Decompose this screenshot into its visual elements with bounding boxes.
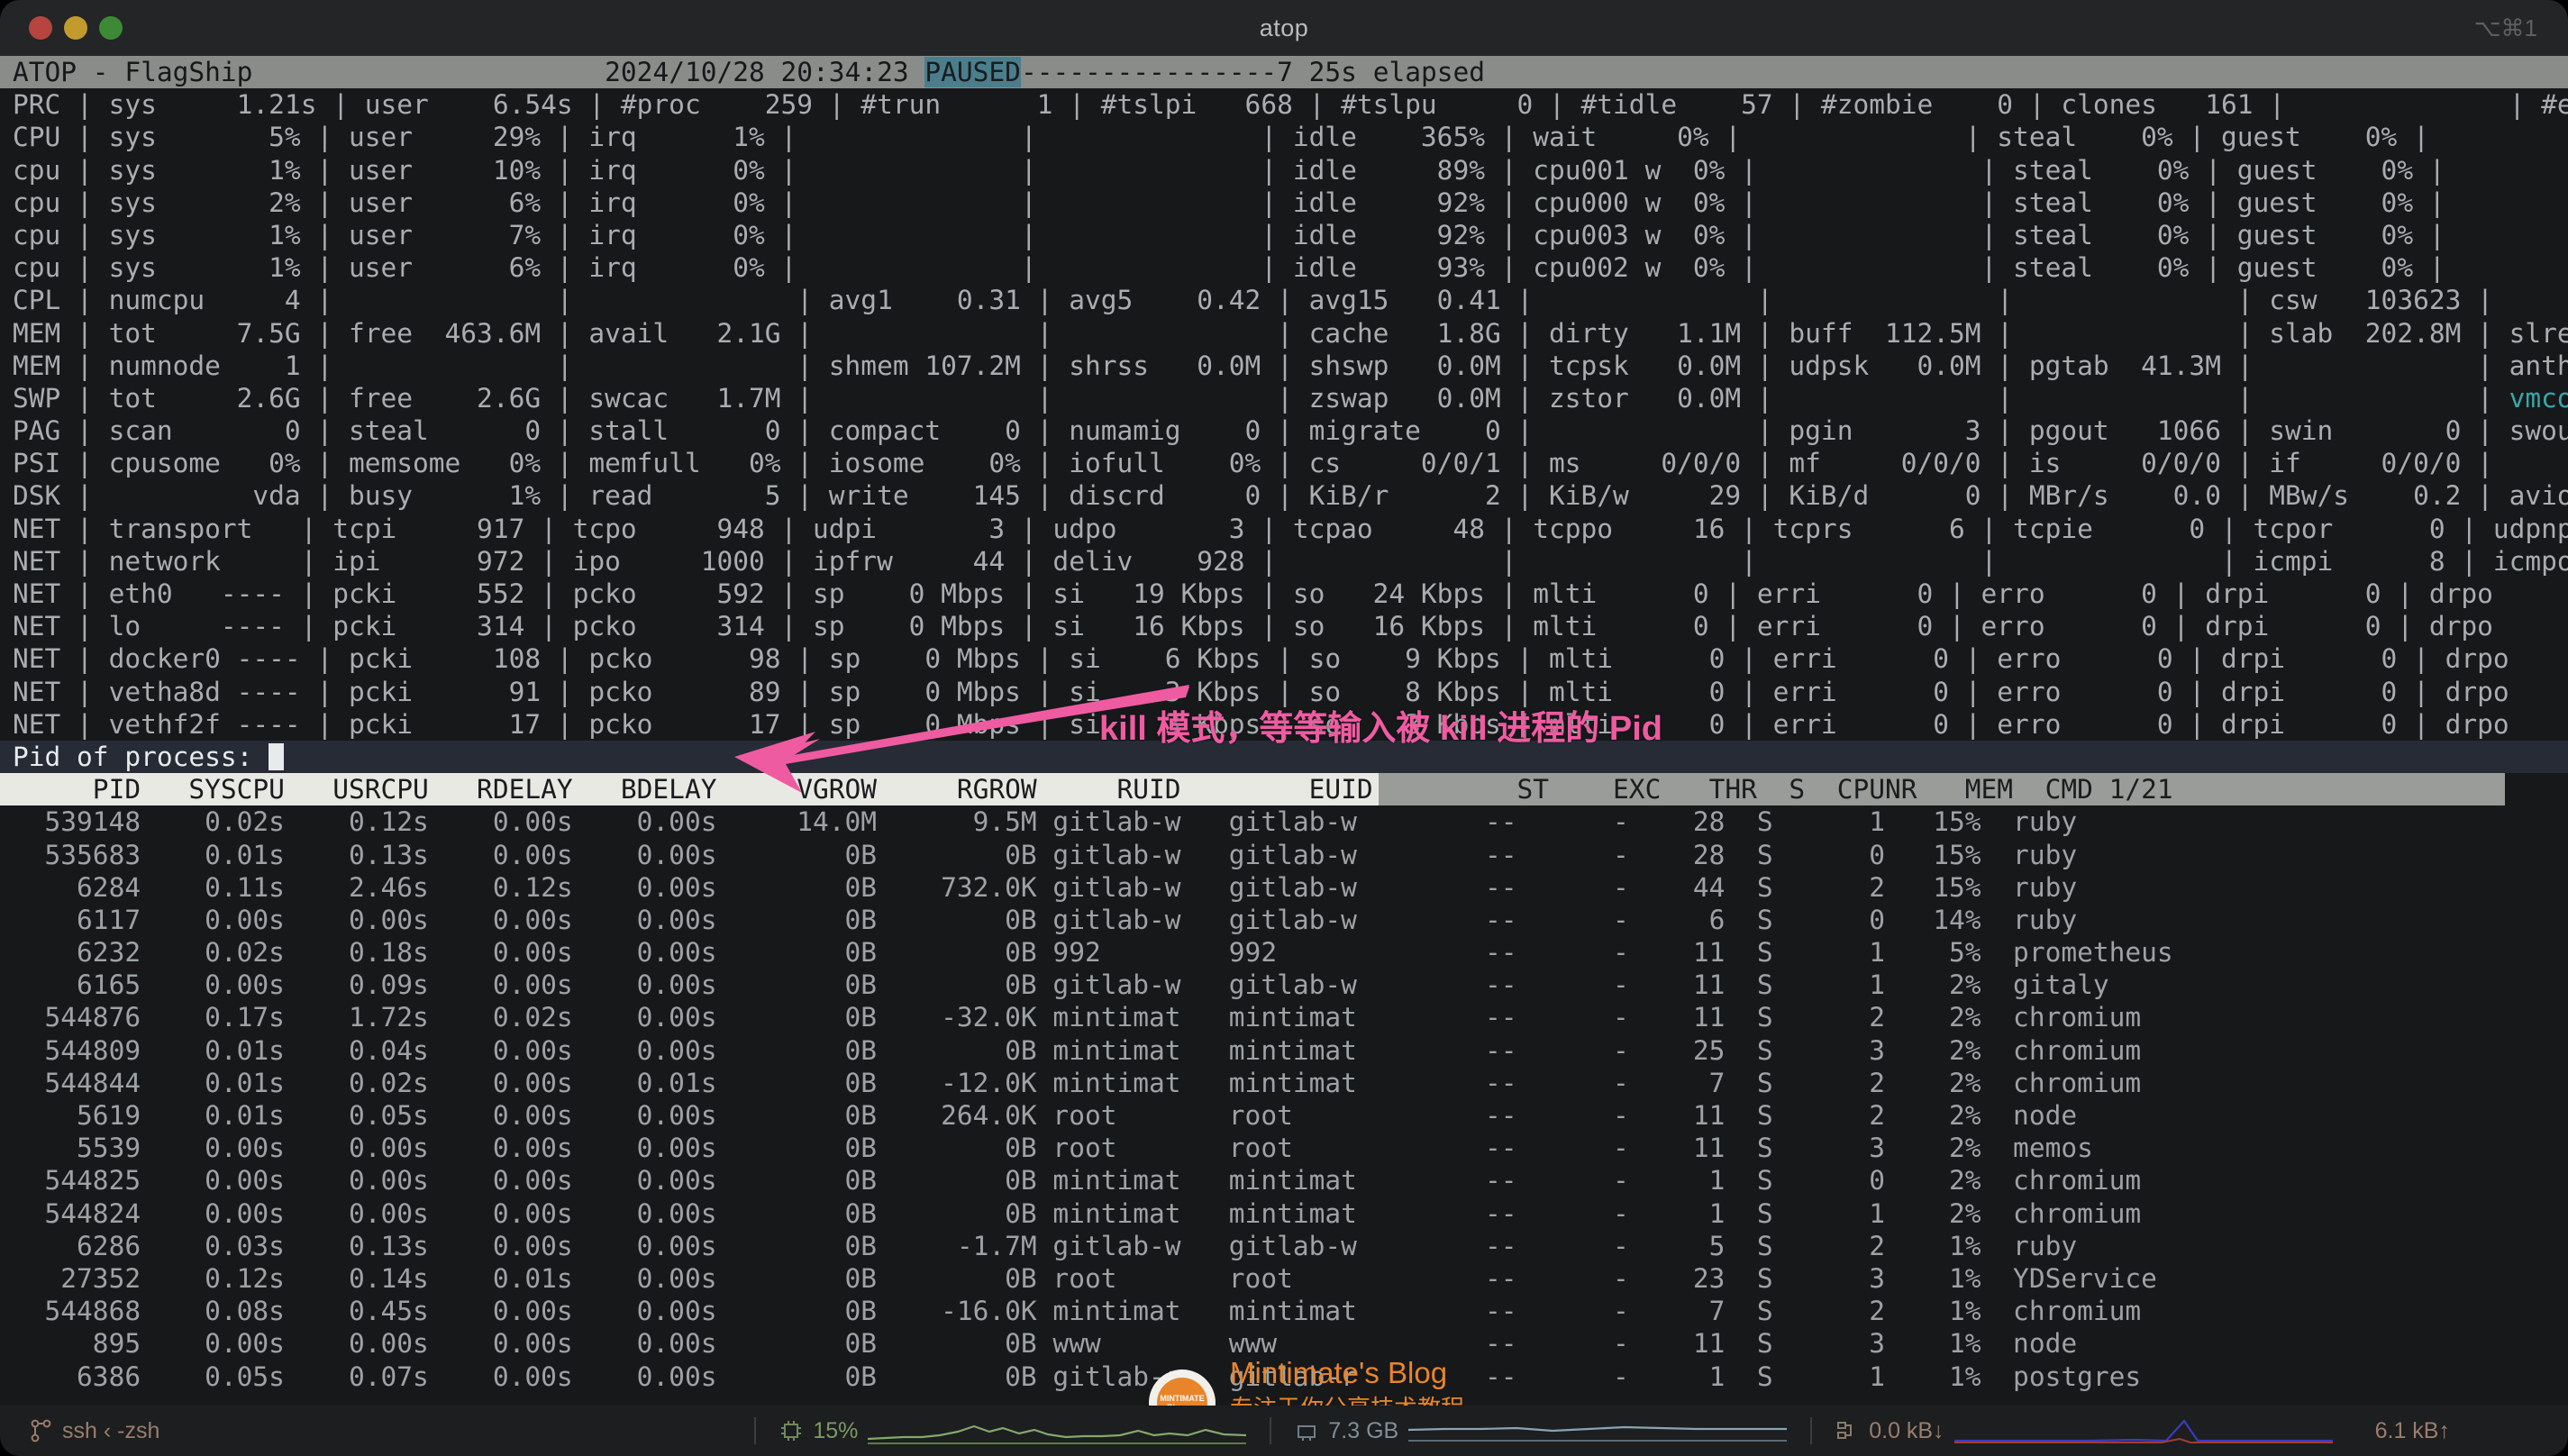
status-cpu-label: 15%	[813, 1417, 859, 1443]
status-net-down: 0.0 kB↓	[1869, 1417, 1944, 1443]
atop-header-dashes: ----------------7	[1020, 57, 1293, 87]
atop-system-line: NET | docker0 ---- | pcki 108 | pcko 98 …	[13, 643, 2568, 675]
table-row[interactable]: 895 0.00s 0.00s 0.00s 0.00s 0B 0B www ww…	[0, 1327, 2568, 1360]
atop-system-line: cpu | sys 1% | user 6% | irq 0% | | | id…	[13, 252, 2445, 284]
table-row[interactable]: 544844 0.01s 0.02s 0.00s 0.01s 0B -12.0K…	[0, 1067, 2568, 1099]
table-row[interactable]: 5619 0.01s 0.05s 0.00s 0.00s 0B 264.0K r…	[0, 1099, 2568, 1132]
memory-icon	[1298, 1425, 1316, 1441]
table-row[interactable]: 6232 0.02s 0.18s 0.00s 0.00s 0B 0B 992 9…	[0, 936, 2568, 969]
branch-icon	[31, 1419, 51, 1442]
atop-header-timestamp: 2024/10/28 20:34:23	[605, 57, 909, 87]
atop-header-left: ATOP - FlagShip	[13, 57, 253, 87]
status-divider-3	[1810, 1417, 1813, 1444]
memory-sparkline	[1408, 1425, 1788, 1442]
table-row[interactable]: 27352 0.12s 0.14s 0.01s 0.00s 0B 0B root…	[0, 1262, 2568, 1295]
kill-pid-prompt[interactable]: Pid of process:	[0, 740, 2568, 774]
atop-system-line: NET | network | ipi 972 | ipo 1000 | ipf…	[13, 545, 2568, 577]
cpu-sparkline	[868, 1424, 1247, 1444]
status-shell[interactable]: ssh ‹ -zsh	[31, 1418, 159, 1444]
atop-system-line: CPU | sys 5% | user 29% | irq 1% | | | i…	[13, 122, 2429, 153]
table-row[interactable]: 5539 0.00s 0.00s 0.00s 0.00s 0B 0B root …	[0, 1132, 2568, 1164]
table-row[interactable]: 544876 0.17s 1.72s 0.02s 0.00s 0B -32.0K…	[0, 1001, 2568, 1033]
atop-system-line: PRC | sys 1.21s | user 6.54s | #proc 259…	[13, 89, 2568, 121]
table-row[interactable]: 544809 0.01s 0.04s 0.00s 0.00s 0B 0B min…	[0, 1034, 2568, 1067]
atop-system-lines: PRC | sys 1.21s | user 6.54s | #proc 259…	[0, 88, 2568, 741]
atop-system-line: NET | vetha8d ---- | pcki 91 | pcko 89 |…	[13, 676, 2568, 707]
table-row[interactable]: 6117 0.00s 0.00s 0.00s 0.00s 0B 0B gitla…	[0, 904, 2568, 936]
atop-system-line: NET | transport | tcpi 917 | tcpo 948 | …	[13, 513, 2568, 544]
atop-system-line: PSI | cpusome 0% | memsome 0% | memfull …	[13, 448, 2493, 479]
status-memory: 7.3 GB	[1295, 1415, 1788, 1446]
status-divider-2	[1270, 1417, 1272, 1444]
terminal-window: atop ⌥⌘1 ATOP - FlagShip 2024/10/28 20:3…	[0, 0, 2568, 1456]
atop-system-line: cpu | sys 1% | user 10% | irq 0% | | | i…	[13, 154, 2445, 186]
atop-system-line: cpu | sys 2% | user 6% | irq 0% | | | id…	[13, 187, 2445, 218]
table-row[interactable]: 6284 0.11s 2.46s 0.12s 0.00s 0B 732.0K g…	[0, 871, 2568, 904]
table-row[interactable]: 544824 0.00s 0.00s 0.00s 0.00s 0B 0B min…	[0, 1197, 2568, 1230]
status-memory-label: 7.3 GB	[1328, 1417, 1399, 1443]
table-row[interactable]: 535683 0.01s 0.13s 0.00s 0.00s 0B 0B git…	[0, 839, 2568, 871]
process-table-header[interactable]: PID SYSCPU USRCPU RDELAY BDELAY VGROW RG…	[0, 773, 2568, 806]
table-row[interactable]: 544825 0.00s 0.00s 0.00s 0.00s 0B 0B min…	[0, 1164, 2568, 1197]
window-titlebar: atop ⌥⌘1	[0, 0, 2568, 56]
atop-system-line: NET | eth0 ---- | pcki 552 | pcko 592 | …	[13, 578, 2568, 609]
atop-system-line: SWP | tot 2.6G | free 2.6G | swcac 1.7M …	[0, 382, 2568, 414]
atop-system-line: NET | lo ---- | pcki 314 | pcko 314 | sp…	[13, 611, 2568, 642]
atop-system-line: MEM | numnode 1 | | | shmem 107.2M | shr…	[13, 350, 2568, 381]
network-sparkline	[1953, 1419, 2333, 1443]
process-table-body[interactable]: 539148 0.02s 0.12s 0.00s 0.00s 14.0M 9.5…	[0, 805, 2568, 1392]
cpu-icon	[781, 1421, 802, 1441]
table-row[interactable]: 6386 0.05s 0.07s 0.00s 0.00s 0B 0B gitla…	[0, 1360, 2568, 1393]
table-row[interactable]: 544868 0.08s 0.45s 0.00s 0.00s 0B -16.0K…	[0, 1295, 2568, 1327]
table-row[interactable]: 6165 0.00s 0.09s 0.00s 0.00s 0B 0B gitla…	[0, 969, 2568, 1001]
terminal-content[interactable]: ATOP - FlagShip 2024/10/28 20:34:23 PAUS…	[0, 56, 2568, 1406]
vmcom-label: vmcom	[2509, 382, 2568, 414]
atop-header-bar: ATOP - FlagShip 2024/10/28 20:34:23 PAUS…	[0, 56, 2568, 89]
text-cursor	[269, 742, 285, 770]
atop-system-line: NET | vethf2f ---- | pcki 17 | pcko 17 |…	[13, 708, 2568, 740]
atop-system-line: DSK | vda | busy 1% | read 5 | write 145…	[13, 480, 2568, 512]
atop-header-elapsed: 25s elapsed	[1308, 57, 1486, 87]
window-title: atop	[1259, 14, 1309, 41]
network-icon	[1837, 1422, 1853, 1439]
status-cpu: 15%	[779, 1415, 1247, 1446]
atop-system-line: PAG | scan 0 | steal 0 | stall 0 | compa…	[13, 415, 2568, 447]
atop-system-line: cpu | sys 1% | user 7% | irq 0% | | | id…	[13, 219, 2445, 250]
status-divider-1	[754, 1417, 757, 1444]
table-row[interactable]: 6286 0.03s 0.13s 0.00s 0.00s 0B -1.7M gi…	[0, 1230, 2568, 1262]
atop-status-paused: PAUSED	[924, 57, 1021, 87]
kill-pid-prompt-label: Pid of process:	[13, 741, 253, 772]
atop-system-line: MEM | tot 7.5G | free 463.6M | avail 2.1…	[13, 317, 2568, 349]
window-shortcut-badge: ⌥⌘1	[2473, 14, 2537, 41]
status-net-up: 6.1 kB↑	[2374, 1417, 2450, 1443]
status-network: 0.0 kB↓ 6.1 kB↑	[1835, 1415, 2450, 1446]
status-shell-label: ssh ‹ -zsh	[62, 1417, 160, 1443]
table-row[interactable]: 539148 0.02s 0.12s 0.00s 0.00s 14.0M 9.5…	[0, 805, 2568, 838]
status-bar: ssh ‹ -zsh 15% 7.3 GB 0.0 kB↓ 6.1 kB↑	[0, 1406, 2568, 1456]
atop-system-line: CPL | numcpu 4 | | | avg1 0.31 | avg5 0.…	[13, 285, 2493, 316]
